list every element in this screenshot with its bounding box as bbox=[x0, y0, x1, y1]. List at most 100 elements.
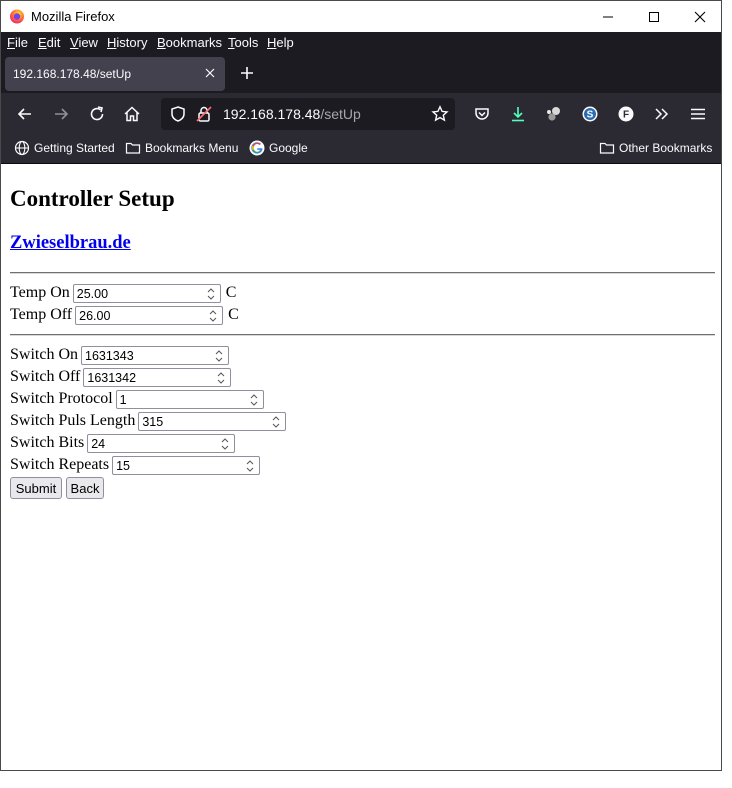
menu-tools[interactable]: Tools bbox=[228, 35, 258, 50]
globe-icon bbox=[14, 140, 30, 156]
bookmark-other-bookmarks[interactable]: Other Bookmarks bbox=[599, 140, 712, 156]
pocket-icon[interactable] bbox=[473, 105, 491, 123]
title-bar: Mozilla Firefox bbox=[1, 1, 721, 32]
new-tab-icon[interactable] bbox=[239, 65, 255, 81]
bookmark-label: Other Bookmarks bbox=[619, 141, 713, 155]
menu-bar: File Edit View History Bookmarks Tools H… bbox=[1, 32, 721, 53]
field-value: 315 bbox=[142, 414, 164, 429]
field-value: 15 bbox=[116, 458, 130, 473]
navigation-toolbar: 192.168.178.48/setUp S F bbox=[1, 93, 721, 135]
spinner-icon[interactable] bbox=[271, 414, 281, 430]
url-bar[interactable]: 192.168.178.48/setUp bbox=[161, 98, 455, 130]
browser-window: Mozilla Firefox File Edit View History B… bbox=[0, 0, 722, 771]
spinner-icon[interactable] bbox=[216, 370, 226, 386]
maximize-button[interactable] bbox=[631, 1, 677, 32]
zwieselbrau-link[interactable]: Zwieselbrau.de bbox=[10, 233, 131, 253]
extension-spheres-icon[interactable] bbox=[545, 105, 563, 123]
field-label: Switch Repeats bbox=[10, 456, 110, 473]
temp-off-input[interactable]: 26.00 bbox=[75, 305, 224, 325]
field-label: Switch On bbox=[10, 346, 78, 363]
folder-icon bbox=[125, 142, 141, 154]
temp-off-row: Temp Off 26.00 C bbox=[10, 304, 239, 326]
url-host: 192.168.178.48 bbox=[223, 106, 321, 122]
folder-icon bbox=[599, 142, 615, 154]
google-icon bbox=[249, 140, 265, 156]
menu-edit[interactable]: Edit bbox=[38, 35, 60, 50]
field-label: Switch Off bbox=[10, 368, 81, 385]
star-bookmark-icon[interactable] bbox=[431, 105, 449, 123]
svg-text:F: F bbox=[623, 110, 629, 121]
switch-off-row: Switch Off 1631342 bbox=[10, 366, 232, 388]
unit-label: C bbox=[225, 284, 237, 301]
field-label: Switch Bits bbox=[10, 434, 85, 451]
hamburger-menu-icon[interactable] bbox=[689, 105, 707, 123]
temp-on-input[interactable]: 25.00 bbox=[72, 283, 221, 303]
field-value: 1631342 bbox=[87, 370, 137, 385]
close-icon bbox=[694, 11, 706, 22]
bookmark-bookmarks-menu[interactable]: Bookmarks Menu bbox=[125, 140, 238, 156]
switch-protocol-input[interactable]: 1 bbox=[115, 389, 264, 409]
switch-on-input[interactable]: 1631343 bbox=[81, 345, 229, 365]
bookmark-label: Google bbox=[269, 141, 308, 155]
menu-bookmarks[interactable]: Bookmarks bbox=[157, 35, 222, 50]
window-title: Mozilla Firefox bbox=[31, 9, 115, 24]
field-label: Switch Protocol bbox=[10, 390, 113, 407]
home-icon[interactable] bbox=[123, 105, 141, 123]
switch-protocol-row: Switch Protocol 1 bbox=[10, 388, 264, 410]
switch-puls-length-input[interactable]: 315 bbox=[138, 411, 287, 431]
insecure-lock-icon[interactable] bbox=[195, 105, 213, 123]
spinner-icon[interactable] bbox=[245, 458, 255, 474]
temp-on-row: Temp On 25.00 C bbox=[10, 282, 236, 304]
overflow-chevrons-icon[interactable] bbox=[653, 105, 671, 123]
switch-repeats-row: Switch Repeats 15 bbox=[10, 454, 261, 476]
field-value: 25.00 bbox=[76, 286, 109, 301]
close-window-button[interactable] bbox=[677, 1, 721, 32]
switch-bits-row: Switch Bits 24 bbox=[10, 432, 236, 454]
menu-history[interactable]: History bbox=[107, 35, 147, 50]
back-icon[interactable] bbox=[16, 105, 34, 123]
switch-repeats-input[interactable]: 15 bbox=[112, 455, 261, 475]
switch-off-input[interactable]: 1631342 bbox=[83, 367, 232, 387]
reload-icon[interactable] bbox=[88, 105, 106, 123]
spinner-icon[interactable] bbox=[208, 308, 218, 324]
bookmarks-toolbar: Getting Started Bookmarks Menu Google Ot… bbox=[1, 135, 721, 164]
spinner-icon[interactable] bbox=[214, 348, 224, 364]
unit-label: C bbox=[228, 306, 239, 323]
bookmark-google[interactable]: Google bbox=[249, 140, 308, 156]
back-button[interactable]: Back bbox=[66, 477, 104, 499]
tab-bar: 192.168.178.48/setUp bbox=[1, 53, 721, 93]
download-icon[interactable] bbox=[509, 105, 527, 123]
site-link-heading: Zwieselbrau.de bbox=[10, 233, 131, 254]
forward-icon[interactable] bbox=[52, 105, 70, 123]
skype-extension-icon[interactable]: S bbox=[581, 105, 599, 123]
bookmark-label: Bookmarks Menu bbox=[145, 141, 239, 155]
firefox-logo-icon bbox=[10, 9, 24, 24]
spinner-icon[interactable] bbox=[220, 436, 230, 452]
url-path: /setUp bbox=[320, 106, 361, 122]
spinner-icon[interactable] bbox=[206, 286, 216, 302]
field-value: 1 bbox=[119, 392, 127, 407]
field-label: Switch Puls Length bbox=[10, 412, 136, 429]
divider bbox=[10, 334, 715, 336]
switch-bits-input[interactable]: 24 bbox=[87, 433, 236, 453]
tab-setup[interactable]: 192.168.178.48/setUp bbox=[5, 57, 225, 91]
close-tab-icon[interactable] bbox=[203, 66, 217, 80]
page-content: Controller Setup Zwieselbrau.de Temp On … bbox=[1, 164, 721, 770]
tab-title: 192.168.178.48/setUp bbox=[13, 67, 132, 81]
menu-help[interactable]: Help bbox=[267, 35, 294, 50]
menu-file[interactable]: File bbox=[7, 35, 28, 50]
field-value: 1631343 bbox=[85, 348, 134, 363]
submit-button[interactable]: Submit bbox=[10, 477, 62, 499]
maximize-icon bbox=[649, 11, 659, 22]
field-label: Temp Off bbox=[10, 306, 73, 323]
spinner-icon[interactable] bbox=[249, 392, 259, 408]
shield-icon[interactable] bbox=[169, 105, 187, 123]
divider bbox=[10, 272, 715, 274]
minimize-icon bbox=[603, 16, 613, 17]
menu-view[interactable]: View bbox=[70, 35, 98, 50]
f-extension-icon[interactable]: F bbox=[617, 105, 635, 123]
svg-text:S: S bbox=[587, 110, 594, 121]
switch-on-row: Switch On 1631343 bbox=[10, 344, 229, 366]
minimize-button[interactable] bbox=[585, 1, 631, 32]
bookmark-getting-started[interactable]: Getting Started bbox=[14, 140, 115, 156]
